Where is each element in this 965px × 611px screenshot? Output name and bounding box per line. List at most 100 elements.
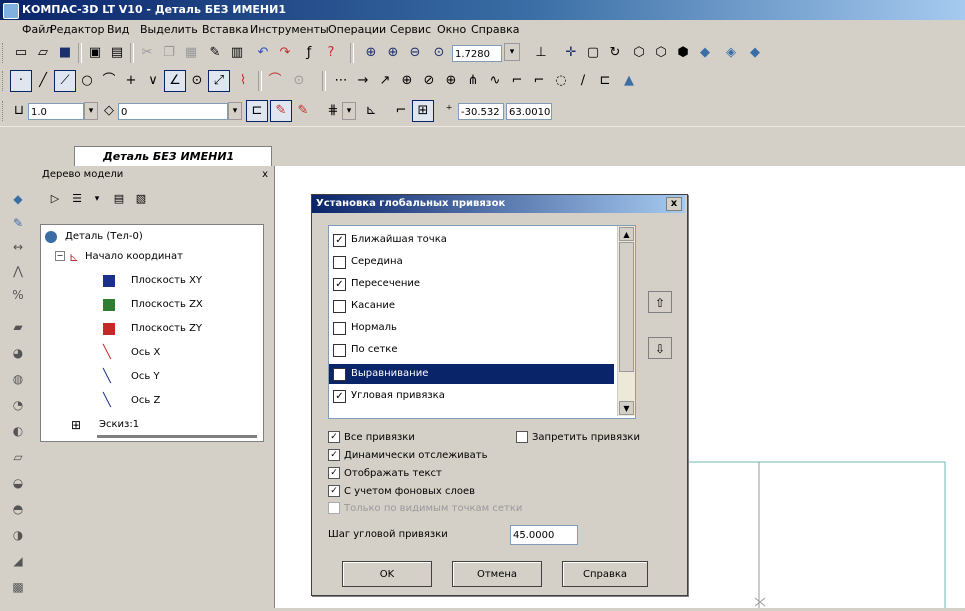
- view-icon[interactable]: ◆: [744, 42, 766, 64]
- tree-item-origin[interactable]: − ⊾ Начало координат: [55, 250, 183, 264]
- point-icon[interactable]: ·: [10, 70, 32, 92]
- compact-rib-icon[interactable]: ◒: [6, 472, 30, 496]
- halftone-icon[interactable]: ⬢: [672, 42, 694, 64]
- grid-icon[interactable]: ⋕: [322, 100, 344, 122]
- tree-sort-icon[interactable]: ▷: [44, 188, 66, 210]
- snap-item-intersection[interactable]: ✓ Пересечение: [329, 274, 614, 294]
- model-tree-close-icon[interactable]: x: [262, 166, 268, 184]
- menu-operations[interactable]: Операции: [328, 23, 386, 36]
- local-cs-icon[interactable]: ⊾: [360, 100, 382, 122]
- help-button[interactable]: Справка: [562, 561, 648, 587]
- ortho-icon[interactable]: ⊏: [246, 100, 268, 122]
- line-width-field[interactable]: 1.0: [28, 103, 84, 120]
- snap-list-scrollbar[interactable]: ▲ ▼: [617, 226, 635, 416]
- snap-checkbox[interactable]: ✓: [333, 368, 346, 381]
- hidden-lines-icon[interactable]: ⬡: [650, 42, 672, 64]
- snap-9-icon[interactable]: ⌐: [506, 70, 528, 92]
- snap-1-icon[interactable]: ⋯: [330, 70, 352, 92]
- snap-item-angle[interactable]: ✓ Угловая привязка: [329, 386, 614, 406]
- arc-icon[interactable]: ⌒: [98, 70, 120, 92]
- snap-5-icon[interactable]: ⊘: [418, 70, 440, 92]
- perspective-icon[interactable]: ◈: [720, 42, 742, 64]
- collapse-icon[interactable]: −: [55, 251, 65, 261]
- pan-icon[interactable]: ✛: [560, 42, 582, 64]
- parametric-icon[interactable]: ⌐: [390, 100, 412, 122]
- snap-4-icon[interactable]: ⊕: [396, 70, 418, 92]
- snap-checkbox[interactable]: [333, 256, 346, 269]
- cancel-button[interactable]: Отмена: [452, 561, 542, 587]
- option-visible-grid-points[interactable]: Только по видимым точкам сетки: [328, 502, 522, 514]
- zoom-dropdown-icon[interactable]: ▾: [504, 43, 520, 61]
- snap-item-alignment[interactable]: ✓ Выравнивание: [329, 364, 614, 384]
- option-checkbox[interactable]: ✓: [328, 431, 340, 443]
- tree-item-plane-xy[interactable]: Плоскость XY: [103, 275, 202, 287]
- local-snap-icon[interactable]: ✎: [292, 100, 314, 122]
- menu-tools[interactable]: Инструменты: [250, 23, 329, 36]
- tree-item-axis-y[interactable]: ╲ Ось Y: [103, 369, 160, 384]
- polyline-icon[interactable]: ⤢: [208, 70, 230, 92]
- tab-document[interactable]: Деталь БЕЗ ИМЕНИ1: [74, 146, 272, 166]
- menu-window[interactable]: Окно: [437, 23, 466, 36]
- move-up-button[interactable]: ⇧: [648, 291, 672, 313]
- toolbar-grip[interactable]: [2, 43, 6, 63]
- manager-icon[interactable]: ▥: [226, 42, 248, 64]
- compact-dimensions-icon[interactable]: ↔: [6, 236, 30, 260]
- line-style-icon[interactable]: ⊔: [10, 100, 28, 122]
- snap-settings-icon[interactable]: ▲: [618, 70, 640, 92]
- tree-item-axis-z[interactable]: ╲ Ось Z: [103, 393, 160, 408]
- tree-view-dropdown-icon[interactable]: ▾: [86, 188, 108, 210]
- help-pointer-icon[interactable]: ?: [320, 42, 342, 64]
- tree-item-axis-x[interactable]: ╲ Ось X: [103, 345, 160, 360]
- fillet-icon[interactable]: ⌒: [264, 70, 286, 92]
- compact-fillet-icon[interactable]: ◐: [6, 420, 30, 444]
- option-all-snaps[interactable]: ✓ Все привязки: [328, 431, 415, 443]
- compact-rotate-icon[interactable]: ◕: [6, 342, 30, 366]
- snap-checkbox[interactable]: ✓: [333, 278, 346, 291]
- copy-icon[interactable]: ❐: [158, 42, 180, 64]
- zoom-out-icon[interactable]: ⊖: [404, 42, 426, 64]
- angle-step-input[interactable]: 45.0000: [510, 525, 578, 545]
- compact-loft-icon[interactable]: ◍: [6, 368, 30, 392]
- snap-8-icon[interactable]: ∿: [484, 70, 506, 92]
- layer-field[interactable]: 0: [118, 103, 228, 120]
- compact-shell-icon[interactable]: ▱: [6, 446, 30, 470]
- scroll-thumb[interactable]: [619, 242, 634, 372]
- snap-checkbox[interactable]: [333, 322, 346, 335]
- ok-button[interactable]: OK: [342, 561, 432, 587]
- zoom-window-icon[interactable]: ⊕: [382, 42, 404, 64]
- snap-2-icon[interactable]: →: [352, 70, 374, 92]
- tangent-icon[interactable]: ∠: [164, 70, 186, 92]
- option-checkbox[interactable]: ✓: [328, 467, 340, 479]
- snap-item-normal[interactable]: Нормаль: [329, 318, 614, 338]
- snap-checkbox[interactable]: [333, 300, 346, 313]
- compact-cut-icon[interactable]: ◔: [6, 394, 30, 418]
- menu-insert[interactable]: Вставка: [202, 23, 249, 36]
- tree-item-sketch[interactable]: ⊞ Эскиз:1: [71, 418, 139, 432]
- compact-measure-icon[interactable]: ◢: [6, 550, 30, 574]
- line-icon[interactable]: ╱: [32, 70, 54, 92]
- redo-icon[interactable]: ↷: [274, 42, 296, 64]
- menu-edit[interactable]: Редактор: [50, 23, 105, 36]
- snap-10-icon[interactable]: ⌐: [528, 70, 550, 92]
- cursor-coords-icon[interactable]: ⁺: [440, 100, 458, 122]
- snap-7-icon[interactable]: ⋔: [462, 70, 484, 92]
- wireframe-icon[interactable]: ⬡: [628, 42, 650, 64]
- menu-service[interactable]: Сервис: [390, 23, 431, 36]
- snap-list[interactable]: ✓ Ближайшая точка Середина ✓ Пересечение…: [328, 225, 636, 419]
- compact-params-icon[interactable]: %: [6, 284, 30, 308]
- compact-mirror-icon[interactable]: ◑: [6, 524, 30, 548]
- snap-item-grid[interactable]: По сетке: [329, 340, 614, 360]
- option-show-text[interactable]: ✓ Отображать текст: [328, 467, 442, 479]
- scroll-up-icon[interactable]: ▲: [619, 227, 634, 241]
- properties-icon[interactable]: ✎: [204, 42, 226, 64]
- compact-extrude-icon[interactable]: ▰: [6, 316, 30, 340]
- zoom-field[interactable]: 1.7280: [452, 45, 502, 62]
- snap-item-nearest[interactable]: ✓ Ближайшая точка: [329, 230, 614, 250]
- option-disable-snaps[interactable]: Запретить привязки: [516, 431, 640, 443]
- option-checkbox[interactable]: [516, 431, 528, 443]
- line-width-dropdown-icon[interactable]: ▾: [84, 102, 98, 120]
- chamfer-icon[interactable]: ⊙: [288, 70, 310, 92]
- tree-item-plane-zy[interactable]: Плоскость ZY: [103, 323, 202, 335]
- scroll-down-icon[interactable]: ▼: [619, 401, 634, 415]
- save-icon[interactable]: ■: [54, 42, 76, 64]
